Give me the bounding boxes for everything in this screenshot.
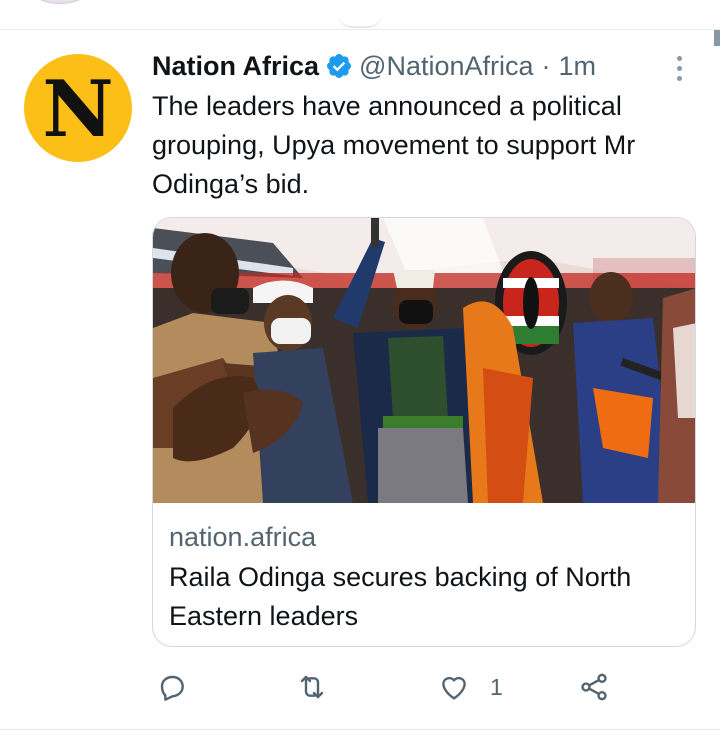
previous-avatar — [30, 0, 90, 4]
like-count: 1 — [490, 673, 503, 700]
tweet-actions: 1 — [152, 667, 712, 707]
author-handle[interactable]: @NationAfrica — [359, 51, 533, 82]
tweet-text: The leaders have announced a political g… — [152, 91, 636, 199]
author-name[interactable]: Nation Africa — [152, 51, 319, 82]
card-domain: nation.africa — [169, 522, 317, 552]
reply-button[interactable] — [156, 667, 188, 707]
header-separator: · — [541, 50, 551, 81]
retweet-button[interactable] — [296, 667, 328, 707]
tweet[interactable]: N Nation Africa @NationAfrica · 1m The l… — [0, 31, 720, 731]
retweet-icon — [300, 675, 324, 699]
more-options-icon[interactable] — [664, 53, 694, 83]
avatar-logo-letter: N — [42, 64, 114, 155]
tweet-timestamp[interactable]: 1m — [559, 51, 597, 82]
share-icon — [581, 673, 607, 701]
previous-tweet-edge — [0, 0, 720, 30]
verified-badge-icon — [327, 54, 351, 78]
reply-icon — [160, 675, 184, 701]
card-photo — [153, 218, 695, 503]
like-icon — [442, 676, 466, 700]
share-button[interactable] — [578, 667, 610, 707]
link-card[interactable]: nation.africa Raila Odinga secures backi… — [152, 217, 696, 647]
tweet-header: Nation Africa @NationAfrica · 1m — [152, 49, 692, 83]
card-title: Raila Odinga secures backing of North Ea… — [169, 562, 632, 631]
like-button[interactable]: 1 — [438, 667, 503, 707]
thread-divider — [338, 14, 382, 28]
tweet-bottom-border — [0, 729, 720, 730]
author-avatar[interactable]: N — [24, 54, 132, 162]
